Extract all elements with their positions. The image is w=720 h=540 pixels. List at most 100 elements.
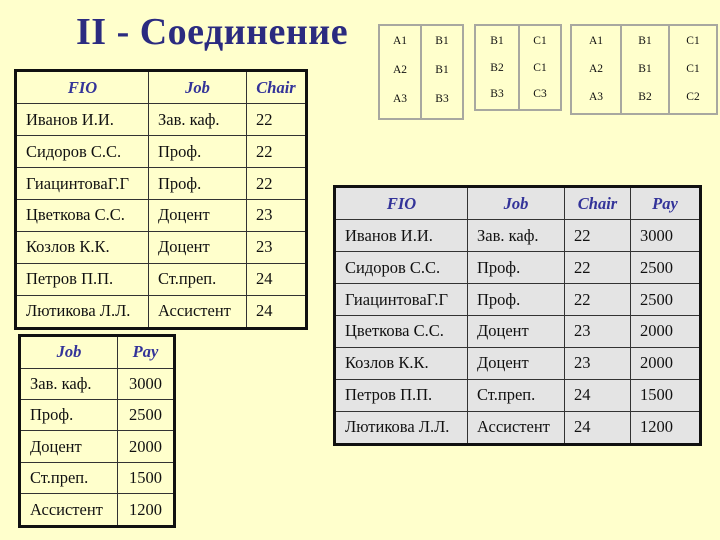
table-cell: 23 [564, 314, 631, 348]
mini-column: B1 B2 B3 [476, 26, 520, 109]
table-cell: 2000 [630, 314, 701, 348]
mini-cell: B1 [435, 64, 449, 76]
mini-cell: A3 [392, 93, 408, 105]
table-row: Лютикова Л.Л. Ассистент 24 1200 [334, 410, 701, 446]
slide-title: II - Соединение [76, 11, 349, 53]
mini-cell: C2 [686, 91, 700, 103]
mini-cell: B1 [490, 35, 504, 47]
table-row: Цветкова С.С. Доцент 23 [15, 198, 307, 232]
table-row: Лютикова Л.Л. Ассистент 24 [15, 294, 307, 330]
table-cell: 24 [564, 410, 631, 446]
table-cell: Сидоров С.С. [15, 135, 149, 169]
mini-cell: C1 [686, 63, 700, 75]
mini-cell: B1 [638, 35, 652, 47]
table-row: Козлов К.К. Доцент 23 2000 [334, 346, 701, 380]
table-cell: 2500 [630, 283, 701, 316]
table-cell: Проф. [148, 167, 247, 200]
mini-cell: B1 [435, 35, 449, 47]
mini-cell: A2 [588, 63, 604, 75]
table-cell: Ст.преп. [148, 262, 247, 296]
mini-column: A1 A2 A3 [380, 26, 422, 118]
table-cell: Доцент [148, 198, 247, 232]
column-header: Chair [564, 185, 631, 221]
table-row: Козлов К.К. Доцент 23 [15, 230, 307, 264]
table-row: Сидоров С.С. Проф. 22 [15, 135, 307, 169]
header-row: FIO Job Chair Pay [334, 185, 701, 221]
table-cell: Доцент [19, 430, 118, 463]
mini-column: C1 C1 C3 [520, 26, 560, 109]
table-cell: Ассистент [467, 410, 565, 446]
table-cell: Ассистент [19, 493, 118, 527]
column-header: Job [467, 185, 565, 221]
table-cell: 23 [246, 230, 307, 264]
column-header: Job [148, 69, 247, 105]
staff-table: FIO Job Chair Иванов И.И. Зав. каф. 22 Сидоров… [14, 69, 308, 330]
table-cell: 1500 [117, 461, 175, 495]
table-cell: 24 [246, 262, 307, 296]
table-cell: 24 [246, 294, 307, 330]
pay-table: Job Pay Зав. каф. 3000 Проф. 2500 Доцент 2000 Ст… [18, 334, 176, 528]
table-cell: 2000 [117, 430, 175, 463]
table-cell: 2500 [630, 251, 701, 285]
table-cell: ГиацинтоваГ.Г [15, 167, 149, 200]
table-cell: 2500 [117, 399, 175, 432]
table-row: Ассистент 1200 [19, 493, 175, 527]
table-row: ГиацинтоваГ.Г Проф. 22 [15, 167, 307, 200]
table-cell: Цветкова С.С. [334, 314, 468, 348]
table-row: ГиацинтоваГ.Г Проф. 22 2500 [334, 283, 701, 316]
mini-table-bc: B1 B2 B3 C1 C1 C3 [474, 24, 562, 111]
table-cell: Ст.преп. [19, 461, 118, 495]
mini-cell: A2 [392, 64, 408, 76]
mini-cell: B3 [435, 93, 449, 105]
table-cell: Лютикова Л.Л. [334, 410, 468, 446]
joined-table: FIO Job Chair Pay Иванов И.И. Зав. каф. 22 3000… [333, 185, 702, 446]
mini-cell: C1 [533, 61, 547, 74]
column-header: FIO [15, 69, 149, 105]
table-row: Иванов И.И. Зав. каф. 22 [15, 103, 307, 137]
table-cell: 22 [564, 219, 631, 253]
table-cell: 22 [564, 251, 631, 285]
mini-cell: B1 [638, 63, 652, 75]
table-cell: Доцент [467, 346, 565, 380]
mini-cell: A1 [392, 35, 408, 47]
table-cell: Зав. каф. [19, 367, 118, 401]
table-cell: Иванов И.И. [15, 103, 149, 137]
table-cell: 2000 [630, 346, 701, 380]
table-cell: 3000 [630, 219, 701, 253]
table-cell: 22 [246, 167, 307, 200]
column-header: Pay [117, 335, 175, 369]
table-cell: Проф. [467, 283, 565, 316]
table-row: Петров П.П. Ст.преп. 24 1500 [334, 378, 701, 412]
mini-cell: C1 [686, 35, 700, 47]
mini-cell: C3 [533, 88, 547, 101]
table-cell: Цветкова С.С. [15, 198, 149, 232]
mini-column: C1 C1 C2 [670, 26, 716, 113]
table-cell: 22 [246, 103, 307, 137]
table-row: Сидоров С.С. Проф. 22 2500 [334, 251, 701, 285]
table-cell: 23 [246, 198, 307, 232]
table-cell: Иванов И.И. [334, 219, 468, 253]
table-row: Доцент 2000 [19, 430, 175, 463]
column-header: FIO [334, 185, 468, 221]
table-cell: Доцент [148, 230, 247, 264]
table-cell: ГиацинтоваГ.Г [334, 283, 468, 316]
mini-column: A1 A2 A3 [572, 26, 622, 113]
table-cell: 24 [564, 378, 631, 412]
table-cell: 3000 [117, 367, 175, 401]
mini-table-ab: A1 A2 A3 B1 B1 B3 [378, 24, 464, 120]
table-row: Иванов И.И. Зав. каф. 22 3000 [334, 219, 701, 253]
column-header: Chair [246, 69, 307, 105]
column-header: Pay [630, 185, 701, 221]
table-cell: Доцент [467, 314, 565, 348]
mini-cell: B2 [490, 61, 504, 74]
table-cell: 22 [564, 283, 631, 316]
table-cell: Козлов К.К. [15, 230, 149, 264]
table-cell: 23 [564, 346, 631, 380]
table-row: Зав. каф. 3000 [19, 367, 175, 401]
table-cell: Сидоров С.С. [334, 251, 468, 285]
table-row: Ст.преп. 1500 [19, 461, 175, 495]
mini-column: B1 B1 B3 [422, 26, 462, 118]
table-cell: 1200 [630, 410, 701, 446]
table-cell: Петров П.П. [334, 378, 468, 412]
table-cell: Петров П.П. [15, 262, 149, 296]
